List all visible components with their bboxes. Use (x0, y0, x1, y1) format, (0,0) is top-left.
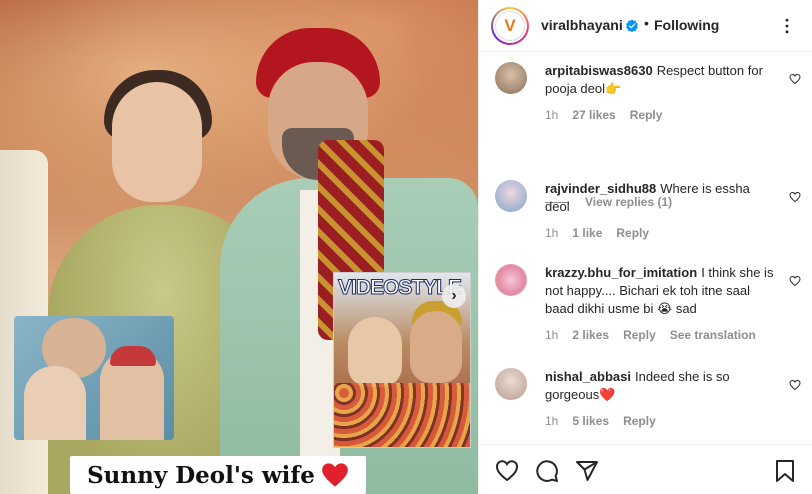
comment-username[interactable]: krazzy.bhu_for_imitation (545, 265, 697, 280)
reply-button[interactable]: Reply (616, 226, 649, 240)
comment-likes[interactable]: 2 likes (572, 328, 609, 342)
share-icon[interactable] (575, 459, 599, 483)
comments-list[interactable]: arpitabiswas8630 Respect button for pooja… (479, 52, 812, 444)
comment-time: 1h (545, 328, 559, 342)
magazine-bride (348, 317, 402, 387)
comment-avatar[interactable] (495, 180, 527, 212)
more-options-icon[interactable] (777, 16, 797, 36)
post-header: V viralbhayani • Following (479, 0, 812, 52)
comment-meta: 1h 5 likes Reply (545, 414, 656, 428)
inset-cap (110, 346, 156, 366)
comment-username[interactable]: rajvinder_sidhu88 (545, 181, 656, 196)
like-heart-outline-icon[interactable] (495, 459, 519, 483)
verified-badge-icon (626, 19, 638, 33)
comment-username[interactable]: arpitabiswas8630 (545, 63, 653, 78)
heart-outline-icon[interactable] (789, 191, 801, 203)
post-author-username[interactable]: viralbhayani (541, 17, 623, 33)
comment-body: arpitabiswas8630 Respect button for pooja… (545, 62, 777, 98)
see-translation-button[interactable]: See translation (670, 328, 756, 342)
comment-avatar[interactable] (495, 264, 527, 296)
comment-likes[interactable]: 27 likes (572, 108, 615, 122)
heart-outline-icon[interactable] (789, 73, 801, 85)
comment-time: 1h (545, 108, 559, 122)
inset-photo-family (14, 316, 174, 440)
post-media[interactable]: VIDEOSTYLE › Sunny Deol's wife (0, 0, 478, 494)
caption-overlay: Sunny Deol's wife (70, 456, 366, 494)
comment-body: krazzy.bhu_for_imitation I think she is n… (545, 264, 777, 318)
comment-body: rajvinder_sidhu88 Where is essha deol (545, 180, 777, 216)
comment-likes[interactable]: 5 likes (572, 414, 609, 428)
avatar-logo: V (495, 11, 525, 41)
comment-meta: 1h 27 likes Reply (545, 108, 662, 122)
separator-dot: • (644, 15, 649, 31)
woman-face (112, 82, 202, 202)
comment-time: 1h (545, 226, 559, 240)
heart-outline-icon[interactable] (789, 275, 801, 287)
chevron-right-icon: › (451, 287, 457, 304)
comment-username[interactable]: nishal_abbasi (545, 369, 631, 384)
comment-avatar[interactable] (495, 62, 527, 94)
caption-text: Sunny Deol's wife (87, 461, 315, 489)
comment-avatar[interactable] (495, 368, 527, 400)
comment-body: nishal_abbasi Indeed she is so gorgeous❤️ (545, 368, 777, 404)
post-side-panel: V viralbhayani • Following arpitabiswas8… (478, 0, 812, 494)
red-heart-emoji (322, 463, 348, 487)
reply-button[interactable]: Reply (623, 414, 656, 428)
bookmark-icon[interactable] (773, 459, 797, 483)
comment-icon[interactable] (535, 459, 559, 483)
reply-button[interactable]: Reply (623, 328, 656, 342)
magazine-garland (334, 383, 470, 447)
post-actions-bar (479, 444, 812, 494)
comment-time: 1h (545, 414, 559, 428)
comment-likes[interactable]: 1 like (572, 226, 602, 240)
carousel-next-button[interactable]: › (442, 284, 466, 308)
avatar-inner: V (493, 9, 527, 43)
inset-child-1 (24, 366, 86, 440)
comment-meta: 1h 2 likes Reply See translation (545, 328, 756, 342)
comment-meta: 1h 1 like Reply (545, 226, 649, 240)
magazine-groom (410, 311, 462, 383)
heart-outline-icon[interactable] (789, 379, 801, 391)
avatar[interactable]: V (491, 7, 529, 45)
following-button[interactable]: Following (654, 17, 719, 33)
reply-button[interactable]: Reply (630, 108, 663, 122)
